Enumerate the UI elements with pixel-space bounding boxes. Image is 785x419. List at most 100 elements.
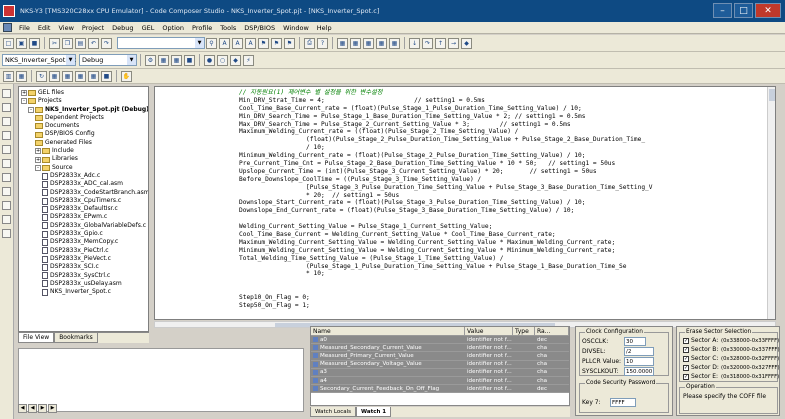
checkbox[interactable]: ✓ [683,337,689,344]
col-type[interactable]: Type [513,327,535,335]
tree-item[interactable]: DSP2833x_EPwm.c [19,213,148,222]
reset-icon[interactable]: ▦ [49,70,60,82]
code-line[interactable]: Maximum_Welding_Current_rate = ((float)(… [239,128,775,136]
step-icon[interactable] [2,89,11,98]
tree-item[interactable]: + Include [19,147,148,155]
restart-icon[interactable]: ↻ [36,70,47,82]
tree-item[interactable]: DSP2833x_Gpio.c [19,230,148,238]
tab-watch-locals[interactable]: Watch Locals [310,407,356,417]
config-combo[interactable]: Debug ▼ [79,54,137,66]
incremental-build-icon[interactable]: ▦ [158,54,169,66]
code-line[interactable]: * 20; // setting1 = 50us [239,192,775,200]
watch-row[interactable]: a0 identifier not f... dec [311,336,569,345]
view-toggle-icon[interactable]: ▥ [3,70,14,82]
divsel-select[interactable]: /2 [624,347,654,356]
code-line[interactable]: (Pulse_Stage_1_Pulse_Duration_Time_Setti… [239,263,775,271]
step-over-icon[interactable]: ↷ [422,37,433,49]
step-out-icon[interactable]: ↑ [435,37,446,49]
col-name[interactable]: Name [311,327,465,335]
paste-icon[interactable]: ▤ [75,37,86,49]
step-icon[interactable] [2,201,11,210]
clear-breakpoints-icon[interactable]: ○ [217,54,228,66]
disassembly-icon[interactable]: ▦ [376,37,387,49]
step-icon[interactable] [2,103,11,112]
step-icon[interactable] [2,215,11,224]
tree-item[interactable]: DSP2833x_PieVect.c [19,255,148,263]
code-line[interactable]: Cool_Time_Base_Current = Welding_Current… [239,231,775,239]
collapse-icon[interactable]: - [35,164,41,171]
code-line[interactable]: Welding_Current_Setting_Value = Pulse_St… [239,223,775,231]
menu-file[interactable]: File [15,24,34,32]
find-prev-icon[interactable]: A [232,37,243,49]
code-line[interactable]: Minimum_Welding_Current_rate = (float)(P… [239,152,775,160]
menu-project[interactable]: Project [78,24,108,32]
sector-checkbox-row[interactable]: ✓ Sector C: (0x328000-0x32FFFF) [683,355,779,362]
new-file-icon[interactable]: □ [3,37,14,49]
code-line[interactable] [239,286,775,294]
tree-item[interactable]: DSP2833x_Adc.c [19,172,148,180]
nav-next-icon[interactable]: ▶ [38,404,47,413]
code-line[interactable]: Downslope_Start_Current_rate = (float)(P… [239,199,775,207]
tree-item[interactable]: DSP2833x_CpuTimers.c [19,197,148,205]
watch-row[interactable]: Secondary_Current_Feedback_On_Off_Flag id… [311,385,569,394]
code-line[interactable]: * 10; [239,270,775,278]
watch-row[interactable]: a4 identifier not f... cha [311,376,569,386]
col-value[interactable]: Value [465,327,513,335]
find-combo[interactable]: ▼ [117,37,205,49]
bookmark-icon[interactable]: ⚑ [258,37,269,49]
find-icon[interactable]: ⚲ [206,37,217,49]
tree-item[interactable]: DSP2833x_SysCtrl.c [19,272,148,280]
tree-item[interactable]: Generated Files [19,139,148,147]
load-icon[interactable]: ▦ [62,70,73,82]
gel-icon[interactable]: ◆ [461,37,472,49]
nav-last-icon[interactable]: ▶ [48,404,57,413]
checkbox[interactable]: ✓ [683,346,689,353]
code-line[interactable] [239,278,775,286]
expand-icon[interactable]: + [35,148,41,155]
watch-row[interactable]: a3 identifier not f... cha [311,368,569,377]
step-into-icon[interactable]: ↓ [409,37,420,49]
open-file-icon[interactable]: ▣ [16,37,27,49]
oscclk-field[interactable]: 30 [624,337,646,346]
checkbox[interactable]: ✓ [683,355,689,362]
tree-item[interactable]: + Libraries [19,155,148,163]
menu-option[interactable]: Option [158,24,188,32]
step-icon[interactable] [2,173,11,182]
find-files-icon[interactable]: A [245,37,256,49]
redo-icon[interactable]: ↷ [101,37,112,49]
undo-icon[interactable]: ↶ [88,37,99,49]
menu-debug[interactable]: Debug [108,24,137,32]
bookmark-next-icon[interactable]: ⚑ [271,37,282,49]
document-icon[interactable] [3,23,12,32]
col-radix[interactable]: Ra... [535,327,569,335]
tree-item[interactable]: DSP2833x_SCI.c [19,263,148,271]
code-line[interactable]: Maximum_Welding_Current_Setting_Value = … [239,239,775,247]
menu-profile[interactable]: Profile [188,24,216,32]
probe-icon[interactable]: ◆ [230,54,241,66]
sector-checkbox-row[interactable]: ✓ Sector B: (0x330000-0x337FFF) [683,346,780,353]
sector-checkbox-row[interactable]: ✓ Sector A: (0x338000-0x33FFFF) [683,337,779,344]
code-line[interactable]: Downslope_End_Current_rate = (float)(Pul… [239,207,775,215]
menu-tools[interactable]: Tools [216,24,240,32]
find-next-icon[interactable]: A [219,37,230,49]
code-line[interactable]: Total_Welding_Time_Setting_Value = (Puls… [239,255,775,263]
code-line[interactable]: // 지동원요(1) 제어변수 별 설정을 위한 변수설정 [239,89,775,97]
flash-icon[interactable]: ⚡ [243,54,254,66]
menu-help[interactable]: Help [313,24,336,32]
step-icon[interactable] [2,229,11,238]
tree-item[interactable]: DSP2833x_CodeStartBranch.asm [19,189,148,197]
collapse-icon[interactable]: - [21,98,27,105]
code-editor[interactable]: // 지동원요(1) 제어변수 별 설정을 위한 변수설정 Min_DRV_Str… [154,86,776,320]
tree-item[interactable]: DSP2833x_PieCtrl.c [19,247,148,255]
run-to-cursor-icon[interactable]: → [448,37,459,49]
nav-first-icon[interactable]: ◀ [18,404,27,413]
code-line[interactable] [239,215,775,223]
code-line[interactable]: Cool_Time_Base_Current_rate = (float)(Pu… [239,105,775,113]
nav-prev-icon[interactable]: ◀ [28,404,37,413]
tree-item[interactable]: - Projects [19,97,148,105]
code-line[interactable]: Min_DRV_Search_Time = Pulse_Stage_1_Base… [239,113,775,121]
checkbox[interactable]: ✓ [683,373,689,380]
breakpoint-icon[interactable]: ● [204,54,215,66]
collapse-icon[interactable]: - [28,106,34,113]
editor-vertical-scrollbar[interactable] [767,87,775,319]
